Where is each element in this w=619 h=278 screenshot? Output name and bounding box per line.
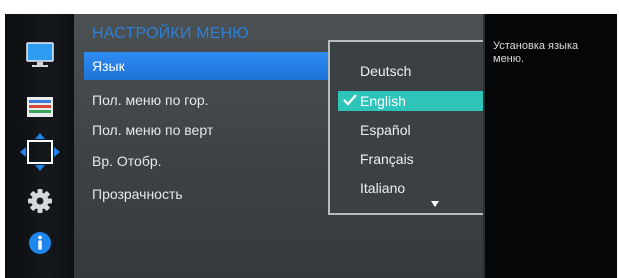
- information-icon[interactable]: [23, 228, 57, 258]
- language-option-label: Français: [360, 151, 414, 167]
- checkmark-icon: [343, 94, 357, 106]
- position-icon[interactable]: [19, 132, 61, 172]
- help-text: Установка языка меню.: [493, 40, 579, 65]
- picture-icon[interactable]: [23, 40, 57, 70]
- triangle-down-icon[interactable]: [431, 201, 439, 207]
- osd-sidebar: [5, 14, 74, 278]
- setup-gear-icon[interactable]: [23, 186, 57, 216]
- language-option-label: Italiano: [360, 180, 406, 196]
- language-option-label: Español: [360, 122, 411, 138]
- menu-item-horizontal-position[interactable]: Пол. меню по гор.: [84, 86, 329, 114]
- language-option-label: Deutsch: [360, 63, 412, 79]
- language-option-label: English: [360, 93, 406, 109]
- monitor-osd: НАСТРОЙКИ МЕНЮ Язык Пол. меню по гор. По…: [5, 14, 617, 278]
- menu-title: НАСТРОЙКИ МЕНЮ: [92, 25, 249, 42]
- help-panel: Установка языка меню.: [483, 14, 617, 278]
- menu-item-language[interactable]: Язык: [84, 52, 329, 80]
- onscreen-display-icon[interactable]: [23, 92, 57, 122]
- menu-item-display-time[interactable]: Вр. Отобр.: [84, 147, 329, 175]
- menu-panel: НАСТРОЙКИ МЕНЮ Язык Пол. меню по гор. По…: [74, 14, 535, 278]
- menu-item-transparency[interactable]: Прозрачность: [84, 180, 329, 208]
- menu-item-vertical-position[interactable]: Пол. меню по верт: [84, 116, 329, 144]
